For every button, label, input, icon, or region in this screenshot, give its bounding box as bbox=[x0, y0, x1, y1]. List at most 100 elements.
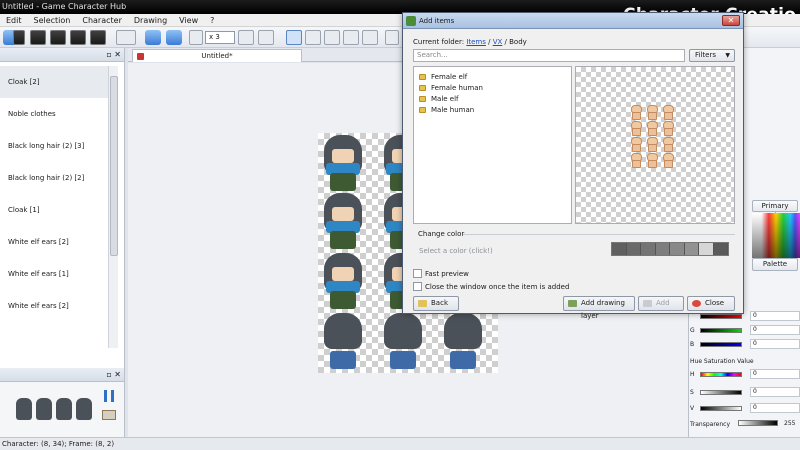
template4-icon[interactable] bbox=[90, 30, 106, 45]
saturation-label: S bbox=[690, 389, 694, 396]
folder-item[interactable]: Female human bbox=[414, 82, 571, 93]
folder-label: Male elf bbox=[431, 94, 459, 103]
folder-label: Female elf bbox=[431, 72, 468, 81]
layer-item[interactable]: White elf ears [2] bbox=[0, 226, 108, 258]
layer-label: White elf ears [1] bbox=[8, 270, 69, 278]
layer-label: Black long hair (2) [3] bbox=[8, 142, 85, 150]
color-swatches bbox=[611, 242, 729, 256]
color-swatch[interactable] bbox=[641, 243, 656, 255]
folder-icon bbox=[419, 73, 426, 80]
menu-edit[interactable]: Edit bbox=[4, 16, 24, 25]
add-drawing-layer-button[interactable]: Add drawing layer bbox=[563, 296, 635, 320]
close-on-add-label: Close the window once the item is added bbox=[425, 283, 570, 291]
color-swatch[interactable] bbox=[655, 243, 670, 255]
panel-buttons[interactable]: ▫ ✕ bbox=[106, 370, 121, 380]
template3-icon[interactable] bbox=[70, 30, 86, 45]
breadcrumb-label: Current folder: bbox=[413, 38, 465, 46]
zoom-select[interactable]: x 3 bbox=[205, 31, 235, 44]
green-slider[interactable] bbox=[700, 328, 742, 333]
saturation-slider[interactable] bbox=[700, 390, 742, 395]
add-button[interactable]: Add bbox=[638, 296, 684, 311]
pause-icon[interactable] bbox=[104, 390, 114, 402]
rectangle-icon[interactable] bbox=[362, 30, 378, 45]
saturation-value[interactable]: 0 bbox=[750, 387, 800, 397]
breadcrumb-items[interactable]: Items bbox=[466, 38, 486, 46]
back-arrow-icon[interactable] bbox=[145, 30, 161, 45]
hue-slider[interactable] bbox=[700, 372, 742, 377]
hue-value[interactable]: 0 bbox=[750, 369, 800, 379]
color-swatch[interactable] bbox=[626, 243, 641, 255]
layer-label: White elf ears [2] bbox=[8, 238, 69, 246]
transparency-slider[interactable] bbox=[738, 420, 778, 426]
character-generator-icon[interactable] bbox=[116, 30, 136, 45]
layer-item[interactable]: Cloak [2] bbox=[0, 66, 108, 98]
color-spectrum[interactable] bbox=[752, 213, 800, 258]
layer-item[interactable]: Noble clothes bbox=[0, 98, 108, 130]
color-swatch[interactable] bbox=[684, 243, 699, 255]
primary-color-button[interactable]: Primary color bbox=[752, 200, 798, 220]
book-icon[interactable] bbox=[102, 410, 116, 420]
menu-selection[interactable]: Selection bbox=[32, 16, 73, 25]
folder-item[interactable]: Female elf bbox=[414, 71, 571, 82]
sprite-frame bbox=[320, 193, 366, 251]
add-label: Add bbox=[656, 299, 670, 307]
template2-icon[interactable] bbox=[50, 30, 66, 45]
red-slider[interactable] bbox=[700, 314, 742, 319]
back-button[interactable]: Back bbox=[413, 296, 459, 311]
color-swatch[interactable] bbox=[713, 243, 728, 255]
add-item-icon[interactable] bbox=[13, 30, 25, 45]
red-value[interactable]: 0 bbox=[750, 311, 800, 321]
pencil-icon[interactable] bbox=[305, 30, 321, 45]
color-swatch[interactable] bbox=[612, 243, 627, 255]
menu-help[interactable]: ? bbox=[208, 16, 216, 25]
app-icon bbox=[406, 16, 416, 26]
layer-item[interactable]: Black long hair (2) [3] bbox=[0, 130, 108, 162]
layer-item[interactable]: Black long hair (2) [2] bbox=[0, 162, 108, 194]
body-preview-frame bbox=[630, 121, 642, 136]
filters-dropdown[interactable]: Filters ▼ bbox=[689, 49, 735, 62]
scrollbar-thumb[interactable] bbox=[110, 76, 118, 256]
zoom-in-icon[interactable] bbox=[238, 30, 254, 45]
color-swatch[interactable] bbox=[699, 243, 714, 255]
close-on-add-checkbox[interactable] bbox=[413, 282, 422, 291]
menu-drawing[interactable]: Drawing bbox=[132, 16, 169, 25]
grid-icon[interactable] bbox=[258, 30, 274, 45]
select-icon[interactable] bbox=[343, 30, 359, 45]
green-value[interactable]: 0 bbox=[750, 325, 800, 335]
menu-character[interactable]: Character bbox=[80, 16, 124, 25]
value-slider[interactable] bbox=[700, 406, 742, 411]
body-preview-frame bbox=[662, 137, 674, 152]
dialog-close-icon[interactable]: ✕ bbox=[722, 15, 740, 26]
fill-icon[interactable] bbox=[385, 30, 399, 45]
blue-slider[interactable] bbox=[700, 342, 742, 347]
template-icon[interactable] bbox=[30, 30, 46, 45]
layer-item[interactable]: Cloak [1] bbox=[0, 194, 108, 226]
folder-item[interactable]: Male elf bbox=[414, 93, 571, 104]
value-value[interactable]: 0 bbox=[750, 403, 800, 413]
body-preview-frame bbox=[630, 137, 642, 152]
line-icon[interactable] bbox=[324, 30, 340, 45]
blue-value[interactable]: 0 bbox=[750, 339, 800, 349]
close-icon bbox=[692, 300, 701, 307]
zoom-out-icon[interactable] bbox=[189, 30, 203, 45]
layer-label: Cloak [2] bbox=[8, 78, 40, 86]
layer-label: White elf ears [2] bbox=[8, 302, 69, 310]
breadcrumb-vx[interactable]: VX bbox=[493, 38, 503, 46]
palette-button[interactable]: Palette bbox=[752, 258, 798, 271]
preview-frame bbox=[16, 398, 32, 420]
layer-item[interactable]: White elf ears [2] bbox=[0, 290, 108, 322]
layer-item[interactable]: White elf ears [1] bbox=[0, 258, 108, 290]
layer-label: Noble clothes bbox=[8, 110, 56, 118]
layers-scrollbar[interactable] bbox=[108, 66, 118, 348]
close-button[interactable]: Close bbox=[687, 296, 735, 311]
pointer-icon[interactable] bbox=[286, 30, 302, 45]
search-input[interactable]: Search... bbox=[413, 49, 685, 62]
forward-arrow-icon[interactable] bbox=[166, 30, 182, 45]
folder-item[interactable]: Male human bbox=[414, 104, 571, 115]
tab-untitled[interactable]: Untitled* bbox=[132, 49, 302, 62]
color-swatch[interactable] bbox=[670, 243, 685, 255]
panel-buttons[interactable]: ▫ ✕ bbox=[106, 50, 121, 60]
menu-view[interactable]: View bbox=[177, 16, 200, 25]
fast-preview-checkbox[interactable] bbox=[413, 269, 422, 278]
sprite-frame bbox=[320, 313, 366, 371]
